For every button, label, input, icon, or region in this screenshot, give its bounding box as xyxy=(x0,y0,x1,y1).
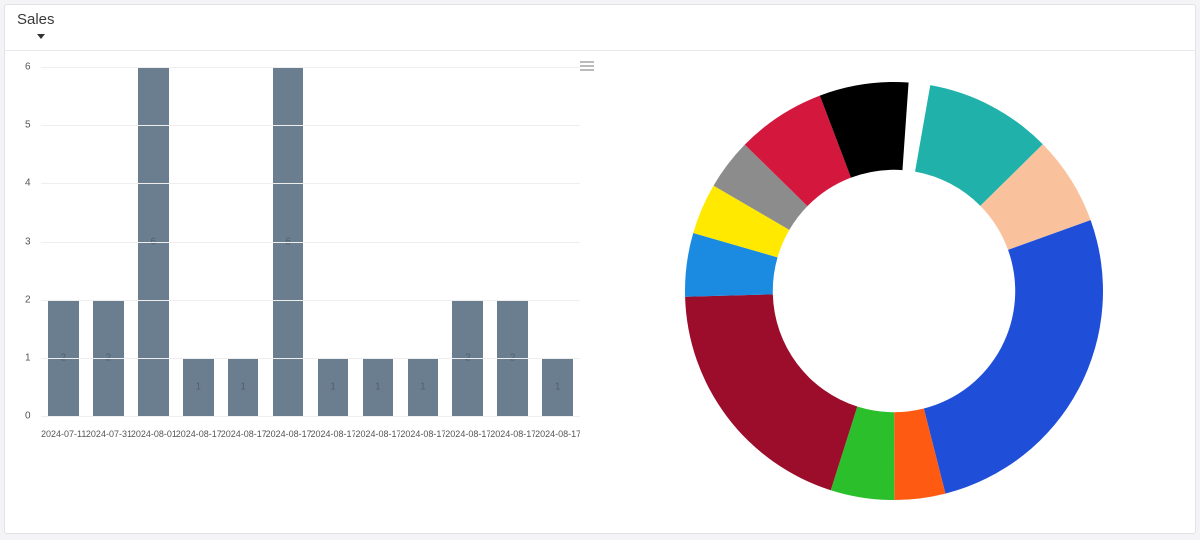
x-tick-label: 2024-08-17 xyxy=(445,429,490,439)
bar-value-label: 1 xyxy=(240,381,246,392)
y-tick-label: 0 xyxy=(25,411,31,422)
sales-donut-chart xyxy=(674,71,1114,511)
bar-value-label: 1 xyxy=(420,381,426,392)
y-tick-label: 5 xyxy=(25,120,31,131)
gridline xyxy=(41,416,580,417)
x-tick-label: 2024-08-17 xyxy=(535,429,580,439)
x-tick-label: 2024-08-01 xyxy=(131,429,176,439)
bar: 1 xyxy=(542,358,573,416)
donut-slice xyxy=(685,294,857,490)
y-tick-label: 2 xyxy=(25,294,31,305)
x-tick-label: 2024-08-17 xyxy=(400,429,445,439)
donut-slice xyxy=(923,220,1102,493)
bar-value-label: 1 xyxy=(375,381,381,392)
card-header: Sales xyxy=(5,5,1195,51)
gridline xyxy=(41,358,580,359)
gridline xyxy=(41,125,580,126)
x-tick-label: 2024-08-17 xyxy=(266,429,311,439)
gridline xyxy=(41,183,580,184)
bar-chart-pane: 226116111221 0123456 2024-07-112024-07-3… xyxy=(13,57,600,525)
x-tick-label: 2024-08-17 xyxy=(490,429,535,439)
x-tick-label: 2024-08-17 xyxy=(176,429,221,439)
bar-value-label: 1 xyxy=(330,381,336,392)
donut-chart-pane xyxy=(600,57,1187,525)
sales-card: Sales 226116111221 0123456 2024-07-11202… xyxy=(4,4,1196,534)
y-tick-label: 3 xyxy=(25,236,31,247)
x-tick-label: 2024-07-11 xyxy=(41,429,86,439)
card-body: 226116111221 0123456 2024-07-112024-07-3… xyxy=(5,51,1195,533)
x-tick-label: 2024-08-17 xyxy=(221,429,266,439)
chart-menu-icon[interactable] xyxy=(580,59,594,73)
bar: 1 xyxy=(408,358,439,416)
sales-bar-chart: 226116111221 0123456 2024-07-112024-07-3… xyxy=(23,67,580,445)
y-tick-label: 6 xyxy=(25,62,31,73)
bar-value-label: 1 xyxy=(195,381,201,392)
x-tick-label: 2024-07-31 xyxy=(86,429,131,439)
gridline xyxy=(41,242,580,243)
x-tick-label: 2024-08-17 xyxy=(355,429,400,439)
bar: 1 xyxy=(183,358,214,416)
bar: 1 xyxy=(228,358,259,416)
gridline xyxy=(41,300,580,301)
bar-value-label: 1 xyxy=(555,381,561,392)
bar: 1 xyxy=(363,358,394,416)
y-tick-label: 1 xyxy=(25,352,31,363)
y-tick-label: 4 xyxy=(25,178,31,189)
dropdown-caret-icon[interactable] xyxy=(37,34,45,39)
gridline xyxy=(41,67,580,68)
bar: 1 xyxy=(318,358,349,416)
card-title: Sales xyxy=(17,11,1183,28)
x-tick-label: 2024-08-17 xyxy=(311,429,356,439)
